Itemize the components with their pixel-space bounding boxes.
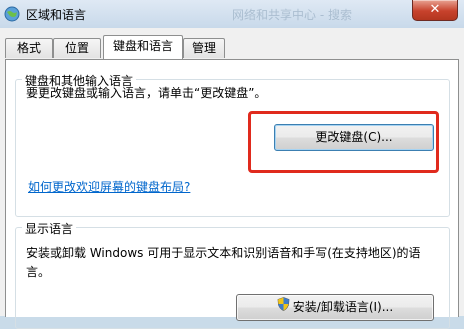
tab-formats[interactable]: 格式	[5, 38, 53, 58]
title-bar: 区域和语言 网络和共享中心 - 搜索 ✕	[0, 0, 464, 28]
tab-administrative[interactable]: 管理	[183, 38, 225, 58]
display-language-group: 显示语言 安装或卸载 Windows 可用于显示文本和识别语音和手写(在支持地区…	[15, 220, 450, 329]
welcome-screen-keyboard-link[interactable]: 如何更改欢迎屏幕的键盘布局?	[28, 178, 190, 196]
install-uninstall-languages-button[interactable]: 安装/卸载语言(I)...	[236, 294, 434, 321]
region-globe-icon	[4, 6, 20, 22]
close-button[interactable]: ✕	[412, 0, 458, 21]
display-language-description-line1: 安装或卸载 Windows 可用于显示文本和识别语音和手写(在支持地区)的语	[26, 246, 421, 260]
tab-panel: 键盘和其他输入语言 要更改键盘或输入语言，请单击“更改键盘”。 更改键盘(C).…	[5, 59, 459, 329]
annotation-highlight-box	[248, 111, 439, 173]
keyboards-description: 要更改键盘或输入语言，请单击“更改键盘”。	[26, 86, 267, 100]
tab-keyboards-languages[interactable]: 键盘和语言	[103, 35, 183, 59]
display-language-description-line2: 言。	[26, 265, 51, 279]
install-uninstall-label: 安装/卸载语言(I)...	[292, 300, 394, 314]
background-window-text: 网络和共享中心 - 搜索	[232, 8, 352, 22]
window-title: 区域和语言	[26, 8, 87, 22]
display-language-group-title: 显示语言	[22, 220, 77, 237]
uac-shield-icon	[277, 295, 290, 320]
close-icon: ✕	[429, 2, 441, 17]
tab-location[interactable]: 位置	[53, 38, 101, 58]
